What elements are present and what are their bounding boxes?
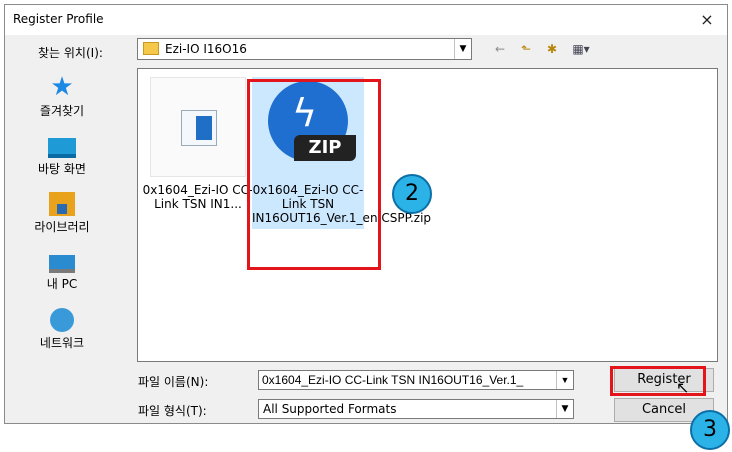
folder-icon — [143, 42, 159, 55]
new-folder-icon[interactable]: ✱ — [542, 39, 562, 59]
places-bar: ★ 즐겨찾기 바탕 화면 라이브러리 내 PC 네트워크 — [12, 68, 112, 352]
back-arrow-icon[interactable]: ← — [490, 39, 510, 59]
pc-icon — [49, 255, 75, 273]
place-label: 네트워크 — [39, 336, 85, 350]
step3-highlight-box — [610, 366, 706, 396]
network-icon — [50, 308, 74, 332]
place-label: 바탕 화면 — [38, 162, 86, 176]
file-thumbnail — [150, 77, 246, 177]
document-icon — [181, 110, 217, 146]
up-folder-icon[interactable]: ⬑ — [516, 39, 536, 59]
dialog-title: Register Profile — [13, 12, 104, 26]
look-in-dropdown[interactable]: Ezi-IO I16O16 ▼ — [137, 38, 472, 60]
desktop-icon — [48, 138, 76, 158]
file-name-label: 파일 이름(N): — [138, 375, 209, 389]
step2-badge: 2 — [392, 174, 432, 214]
file-toolbar: ← ⬑ ✱ ▦▾ — [490, 38, 594, 60]
title-bar: Register Profile × — [5, 5, 727, 35]
file-type-value: All Supported Formats — [263, 402, 397, 416]
place-favorites[interactable]: ★ 즐겨찾기 — [12, 74, 112, 119]
step3-badge: 3 — [690, 410, 730, 450]
close-icon[interactable]: × — [687, 5, 727, 35]
chevron-down-icon[interactable]: ▼ — [556, 400, 573, 418]
place-label: 라이브러리 — [34, 220, 90, 234]
place-libraries[interactable]: 라이브러리 — [12, 192, 112, 235]
library-icon — [49, 192, 75, 216]
chevron-down-icon[interactable]: ▼ — [556, 371, 573, 389]
look-in-value: Ezi-IO I16O16 — [165, 42, 247, 56]
star-icon: ★ — [50, 72, 74, 102]
file-item[interactable]: 0x1604_Ezi-IO CC-Link TSN IN1... — [142, 77, 254, 211]
step2-highlight-box — [247, 79, 381, 270]
chevron-down-icon[interactable]: ▼ — [454, 39, 471, 59]
file-name-input[interactable]: 0x1604_Ezi-IO CC-Link TSN IN16OUT16_Ver.… — [258, 370, 574, 390]
file-name-value: 0x1604_Ezi-IO CC-Link TSN IN16OUT16_Ver.… — [262, 373, 524, 387]
look-in-label: 찾는 위치(I): — [38, 46, 103, 60]
mouse-cursor-icon: ↖ — [676, 378, 690, 397]
view-menu-icon[interactable]: ▦▾ — [568, 39, 594, 59]
place-label: 내 PC — [46, 277, 78, 291]
file-list[interactable]: 0x1604_Ezi-IO CC-Link TSN IN1... ϟ ZIP 0… — [137, 68, 718, 362]
place-this-pc[interactable]: 내 PC — [12, 252, 112, 292]
place-label: 즐겨찾기 — [39, 104, 85, 118]
place-desktop[interactable]: 바탕 화면 — [12, 134, 112, 177]
file-type-select[interactable]: All Supported Formats ▼ — [258, 399, 574, 419]
place-network[interactable]: 네트워크 — [12, 308, 112, 351]
file-type-label: 파일 형식(T): — [138, 404, 207, 418]
file-name: 0x1604_Ezi-IO CC-Link TSN IN1... — [142, 183, 254, 211]
